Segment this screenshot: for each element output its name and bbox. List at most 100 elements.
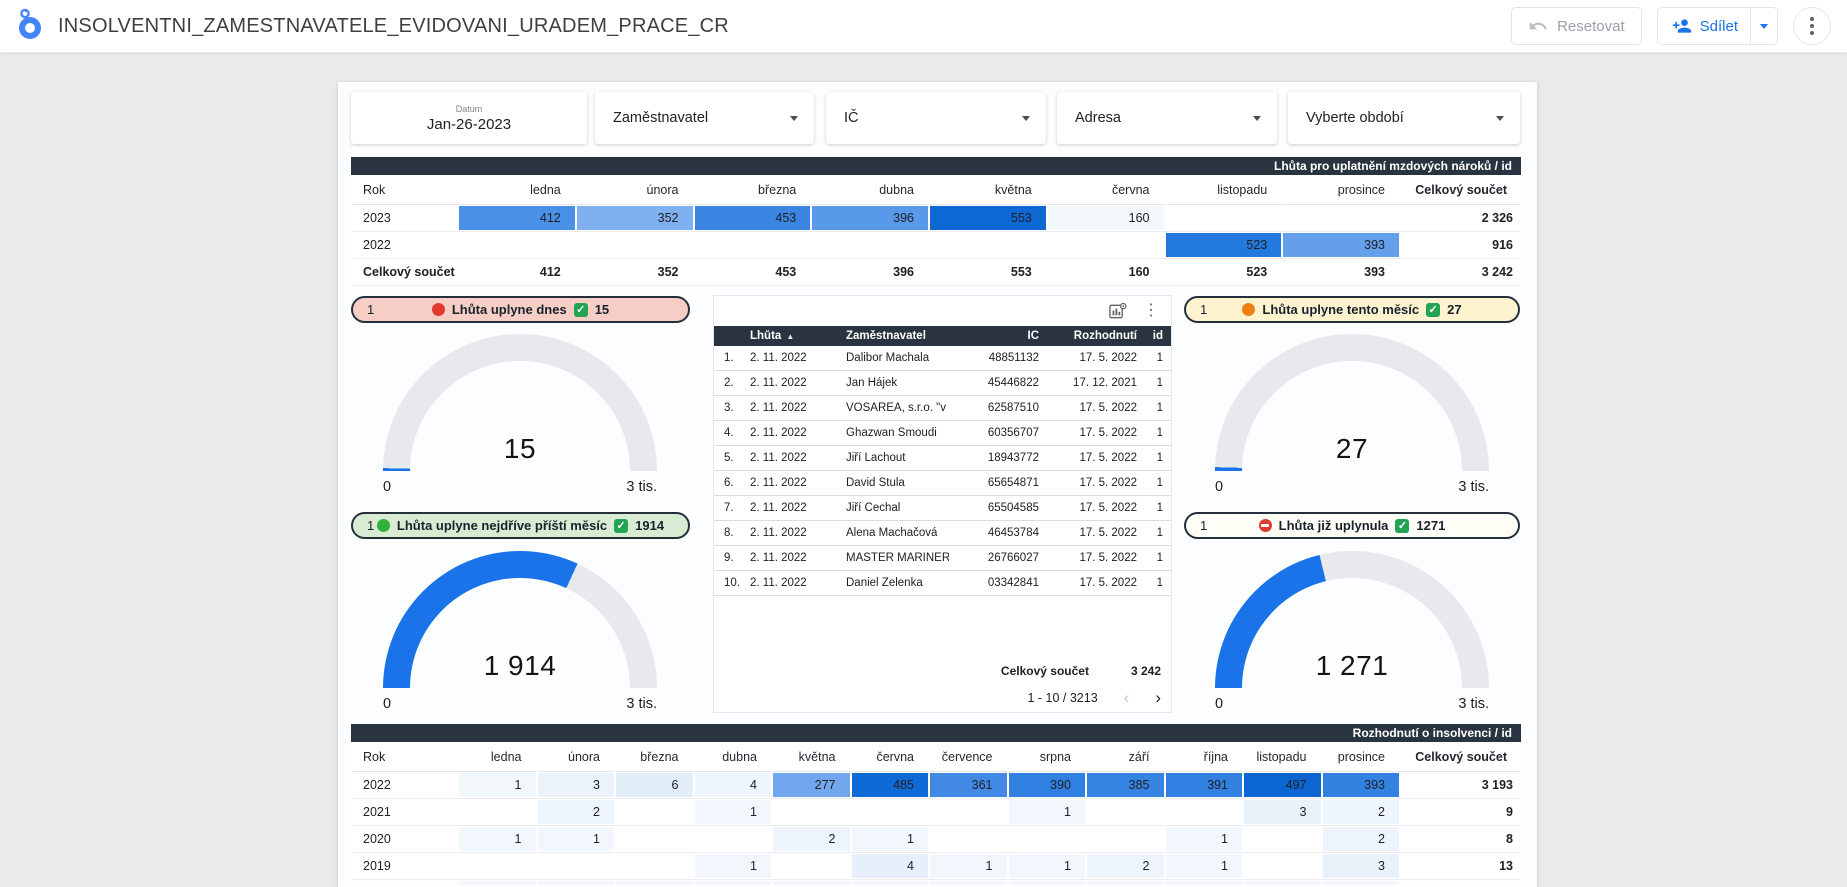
pivot-cell: 393 [1283,232,1399,258]
share-dropdown-button[interactable] [1751,8,1777,44]
pill-value: 27 [1447,302,1461,317]
column-header: května [930,175,1046,205]
table-cell: 2. 11. 2022 [750,452,846,464]
report-title: INSOLVENTNI_ZAMESTNAVATELE_EVIDOVANI_URA… [58,15,729,38]
table-cell: 65504585 [949,502,1039,514]
table-cell: Jan Hájek [846,377,949,389]
pivot-column-headers: lednaúnorabřeznadubnakvětnačervnalistopa… [459,175,1399,205]
total-row-label: Celkový součet [351,259,459,285]
table-row[interactable]: 3.2. 11. 2022VOSAREA, s.r.o. "v likvidac… [714,396,1171,421]
pivot-row: 2021 21132 9 [351,799,1521,826]
row-total: 13 [1399,853,1521,879]
table-row[interactable]: 2.2. 11. 2022Jan Hájek4544682217. 12. 20… [714,371,1171,396]
gauge-due-next-month: 1 914 0 3 tis. [383,551,657,712]
pivot-cell [1166,205,1282,231]
pivot-cell: 1 [695,853,772,879]
pivot-cell [1087,826,1164,852]
reset-button[interactable]: Resetovat [1511,7,1642,45]
pivot-cell: 396 [812,205,928,231]
column-header-zamestnavatel[interactable]: Zaměstnavatel [846,330,949,342]
table-row[interactable]: 9.2. 11. 2022MASTER MARINER s.r.o.267660… [714,546,1171,571]
gauge-value: 1 914 [383,650,657,682]
chart-settings-icon[interactable] [1108,302,1127,321]
column-header: prosince [1283,175,1399,205]
table-more-options-button[interactable]: ⋮ [1143,303,1159,319]
pagination-prev-icon[interactable]: ‹ [1124,689,1130,706]
column-header: června [1048,175,1164,205]
gauge-due-today: 15 0 3 tis. [383,334,657,495]
pivot-cell [930,232,1046,258]
table-row[interactable]: 6.2. 11. 2022David Štula6565487117. 5. 2… [714,471,1171,496]
table-cell: 17. 5. 2022 [1039,552,1137,564]
column-header-lhuta[interactable]: Lhůta▲ [750,330,846,342]
filter-adresa[interactable]: Adresa [1057,92,1277,144]
table-cell: 5. [714,452,750,464]
status-pill-expired: 1 Lhůta již uplynula ✓ 1271 [1184,512,1520,539]
pagination-next-icon[interactable]: › [1155,689,1161,706]
table-row[interactable]: 4.2. 11. 2022Ghazwan Smoudi6035670717. 5… [714,421,1171,446]
column-header: prosince [1323,742,1400,772]
table-cell: 6. [714,477,750,489]
table-cell: 3. [714,402,750,414]
status-pill-due-today: 1 Lhůta uplyne dnes ✓ 15 [351,296,690,323]
table-cell: 1 [1137,527,1163,539]
pivot-cell: 3 [1244,799,1321,825]
pill-label: Lhůta již uplynula [1279,518,1389,533]
pivot-header-row: Rok lednaúnorabřeznadubnakvětnačervnačer… [351,742,1521,772]
row-dimension-header: Rok [351,175,459,205]
pill-value: 15 [595,302,609,317]
pivot-cell: 160 [1048,205,1164,231]
pivot-cell: 2 [538,799,615,825]
column-header-id[interactable]: id [1137,330,1163,342]
table-row[interactable]: 5.2. 11. 2022Jiří Lachout1894377217. 5. … [714,446,1171,471]
column-header: dubna [812,175,928,205]
sort-asc-icon: ▲ [786,332,794,341]
pagination: 1 - 10 / 3213 ‹ › [1027,689,1161,706]
pivot-cell [695,826,772,852]
filter-obdobi[interactable]: Vyberte období [1288,92,1520,144]
filter-ic[interactable]: IČ [826,92,1046,144]
more-options-button[interactable] [1793,7,1831,45]
pivot-cell [538,853,615,879]
gauge-max-label: 3 tis. [626,479,657,495]
pivot-cell: 523 [1166,232,1282,258]
no-entry-icon [1259,519,1272,532]
pivot-cell [930,826,1007,852]
date-filter[interactable]: Datum Jan-26-2023 [351,92,587,144]
column-header-ic[interactable]: IČ [949,330,1039,342]
pivot-cell: 1 [1009,853,1086,879]
table-row[interactable]: 7.2. 11. 2022Jiří Čechal6550458517. 5. 2… [714,496,1171,521]
gauge-due-this-month: 27 0 3 tis. [1215,334,1489,495]
table-cell: 26766027 [949,552,1039,564]
table-cell: 60356707 [949,427,1039,439]
pivot-total-row: Celkový součet 412352453396553160523393 … [351,259,1521,286]
column-header-rozhodnuti[interactable]: Rozhodnutí [1039,330,1137,342]
table-row[interactable]: 10.2. 11. 2022Daniel Zelenka0334284117. … [714,571,1171,596]
pill-label: Lhůta uplyne dnes [452,302,567,317]
pivot-cell: 3 [1323,853,1400,879]
column-header: listopadu [1244,742,1321,772]
pivot-column-headers: lednaúnorabřeznadubnakvětnačervnačervenc… [459,742,1399,772]
pivot-cell: 412 [459,259,575,285]
pivot-cell [616,826,693,852]
column-header: března [695,175,811,205]
table-cell: 2. [714,377,750,389]
filter-zamestnavatel[interactable]: Zaměstnavatel [595,92,814,144]
pivot-cell: 1 [1009,799,1086,825]
table-row[interactable]: 1.2. 11. 2022Dalibor Machala4885113217. … [714,346,1171,371]
table-cell: 9. [714,552,750,564]
date-filter-label: Datum [456,104,483,114]
table-cell: 45446822 [949,377,1039,389]
table-cell: 17. 5. 2022 [1039,527,1137,539]
kebab-dot [1810,17,1814,21]
share-button[interactable]: Sdílet [1658,8,1750,44]
table-cell: Jiří Čechal [846,502,949,514]
header-actions: Resetovat Sdílet [1511,7,1831,45]
pivot-cell: 2 [773,826,850,852]
pivot-cell: 277 [773,772,850,798]
pivot-cell: 393 [1283,259,1399,285]
gauge-value: 27 [1215,433,1489,465]
column-header: června [852,742,929,772]
table-cell: 17. 5. 2022 [1039,477,1137,489]
table-row[interactable]: 8.2. 11. 2022Alena Machačová4645378417. … [714,521,1171,546]
